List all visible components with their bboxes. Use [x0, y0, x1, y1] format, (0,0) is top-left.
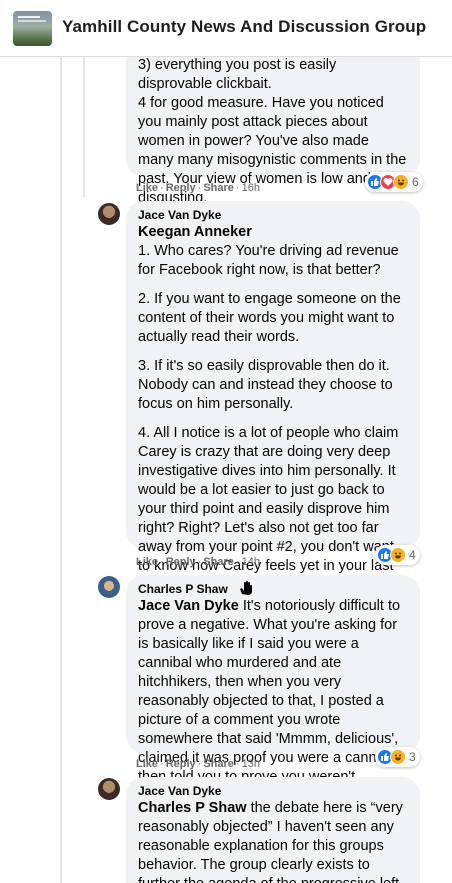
comment-actions: Like · Reply · Share · 14h [136, 556, 260, 568]
haha-reaction-icon [390, 547, 406, 563]
thread-line [60, 57, 62, 883]
comment-bubble: 3) everything you post is easily disprov… [126, 40, 420, 206]
reaction-summary[interactable]: 6 [365, 172, 423, 192]
reaction-summary[interactable]: 4 [375, 545, 420, 565]
group-cover-thumbnail[interactable] [13, 11, 52, 46]
timestamp[interactable]: 16h [242, 182, 260, 194]
timestamp[interactable]: 13h [242, 758, 260, 770]
reply-thread-line [83, 57, 85, 197]
reply-link[interactable]: Reply [166, 182, 196, 194]
comment-bubble: Jace Van Dyke Keegan Anneker 1. Who cares… [126, 201, 420, 612]
reaction-summary[interactable]: 3 [375, 747, 420, 767]
comment-text: It's notoriously difficult to prove a ne… [138, 598, 403, 785]
reply-link[interactable]: Reply [166, 556, 196, 568]
reply-link[interactable]: Reply [166, 758, 196, 770]
avatar[interactable] [98, 203, 120, 225]
share-link[interactable]: Share [203, 758, 234, 770]
comment-actions: Like · Reply · Share · 13h [136, 758, 260, 770]
comment-author[interactable]: Jace Van Dyke [138, 783, 408, 799]
comment-bubble: Charles P Shaw Jace Van Dyke It's notori… [126, 575, 420, 785]
mention-tag[interactable]: Keegan Anneker [138, 224, 252, 240]
comment-bubble: Jace Van Dyke Charles P Shaw the debate … [126, 777, 420, 883]
like-link[interactable]: Like [136, 556, 158, 568]
haha-reaction-icon [390, 749, 406, 765]
reaction-count: 4 [409, 548, 416, 562]
share-link[interactable]: Share [203, 556, 234, 568]
haha-reaction-icon [393, 174, 409, 190]
avatar[interactable] [98, 778, 120, 800]
comment-text: 3. If it's so easily disprovable then do… [138, 358, 393, 412]
mention-tag[interactable]: Jace Van Dyke [138, 598, 239, 614]
reaction-count: 3 [409, 750, 416, 764]
comment-author[interactable]: Charles P Shaw [138, 582, 228, 596]
comment-text: 3) everything you post is easily disprov… [138, 57, 337, 92]
like-link[interactable]: Like [136, 758, 158, 770]
comment-actions: Like · Reply · Share · 16h [136, 182, 260, 194]
mention-tag[interactable]: Charles P Shaw [138, 800, 247, 816]
avatar[interactable] [98, 576, 120, 598]
hand-icon [239, 581, 253, 595]
reaction-count: 6 [412, 175, 419, 189]
timestamp[interactable]: 14h [242, 556, 260, 568]
like-link[interactable]: Like [136, 182, 158, 194]
share-link[interactable]: Share [203, 182, 234, 194]
comment-text: 1. Who cares? You're driving ad revenue … [138, 243, 399, 278]
comment-text: 2. If you want to engage someone on the … [138, 291, 401, 345]
group-name[interactable]: Yamhill County News And Discussion Group [62, 17, 426, 37]
comment-author[interactable]: Jace Van Dyke [138, 207, 408, 223]
group-header: Yamhill County News And Discussion Group [0, 0, 452, 57]
